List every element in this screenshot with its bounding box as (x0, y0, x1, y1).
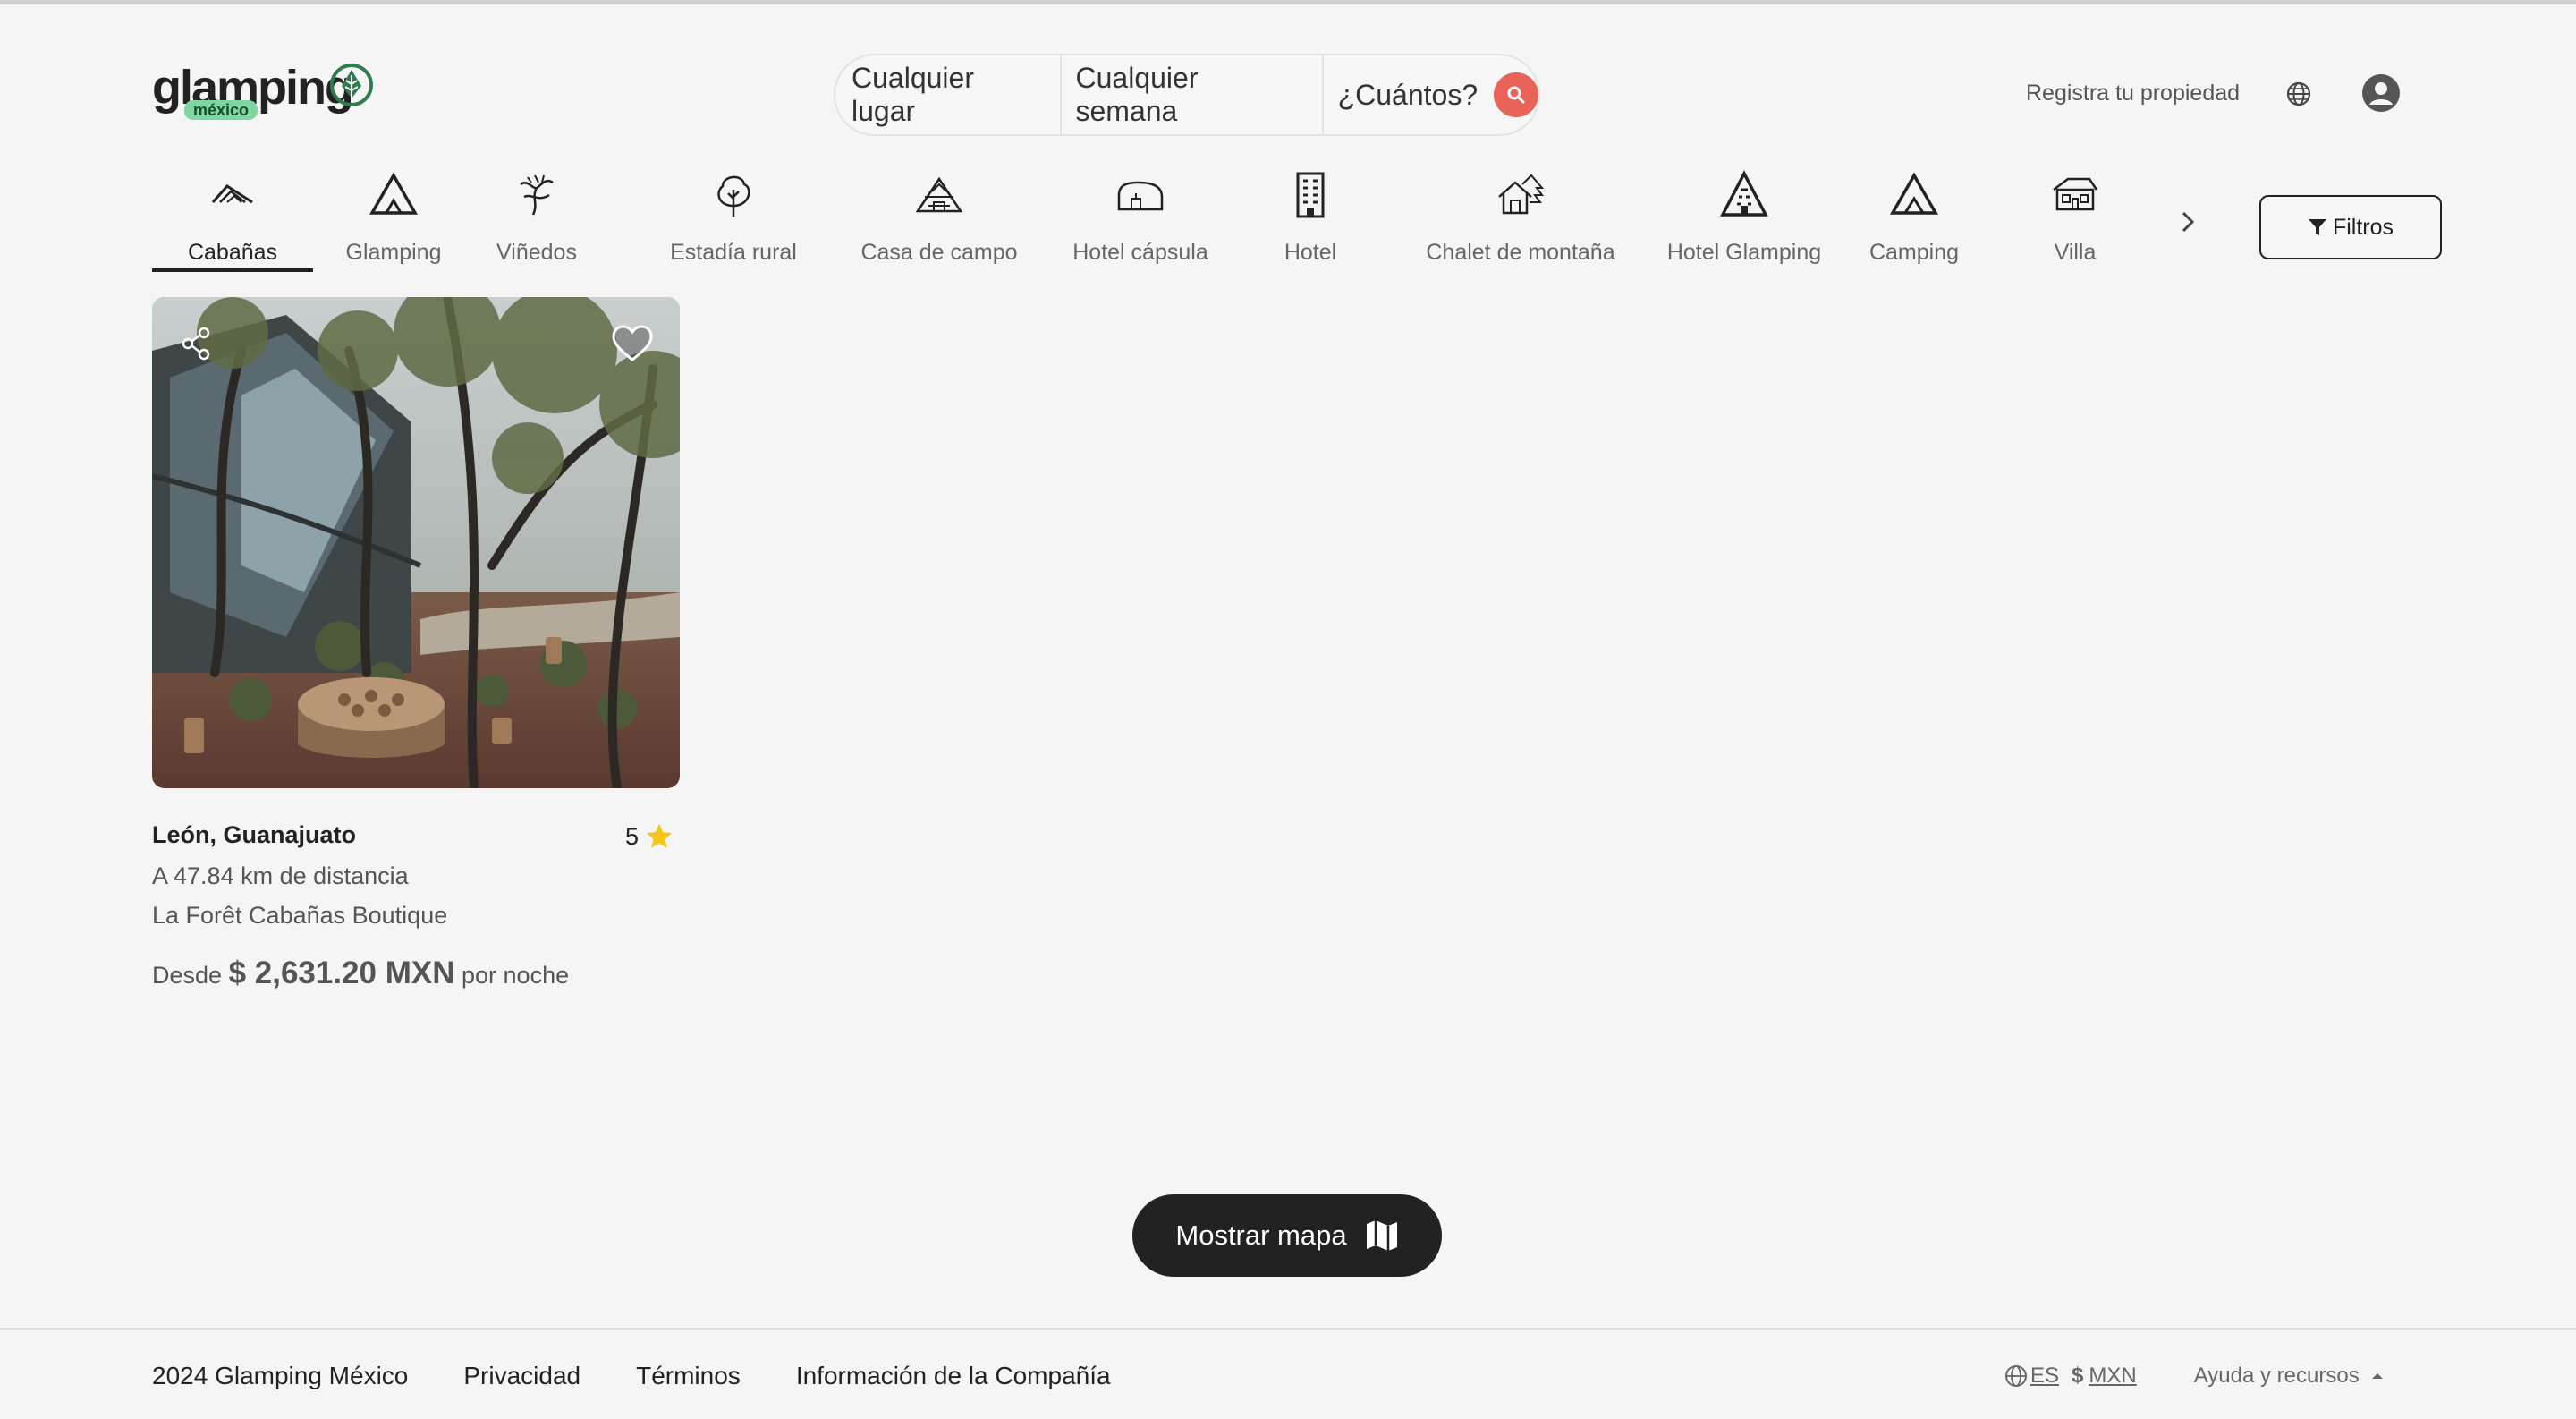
category-vinedos[interactable]: Viñedos (474, 170, 599, 270)
chalet-icon (1498, 174, 1545, 215)
leaf-icon (330, 64, 373, 106)
window-top-border (0, 0, 2576, 4)
villa-icon (2053, 177, 2098, 211)
heart-icon[interactable] (610, 324, 655, 363)
tent-icon (369, 172, 419, 215)
footer-privacy-link[interactable]: Privacidad (463, 1362, 580, 1390)
countryhouse-icon (915, 176, 963, 213)
category-hotel-glamping[interactable]: Hotel Glamping (1655, 170, 1834, 270)
logo[interactable]: glamping méxico (152, 61, 385, 123)
category-label: Estadía rural (670, 240, 797, 265)
category-villa[interactable]: Villa (2012, 170, 2138, 270)
dollar-icon: $ (2072, 1364, 2084, 1388)
account-icon[interactable] (2361, 73, 2401, 113)
filter-icon (2308, 219, 2326, 235)
listing-header-row: León, Guanajuato 5 (152, 821, 680, 857)
cabin-icon (211, 184, 253, 204)
search-location[interactable]: Cualquier lugar (835, 54, 1062, 136)
search-icon (1507, 86, 1525, 104)
listing-location: León, Guanajuato (152, 821, 357, 848)
search-guests[interactable]: ¿Cuántos? (1324, 54, 1493, 136)
footer-copyright: 2024 Glamping México (152, 1362, 409, 1389)
listing-price: Desde $ 2,631.20 MXN por noche (152, 956, 569, 991)
language-link[interactable]: ES (2030, 1364, 2059, 1389)
category-casa-de-campo[interactable]: Casa de campo (841, 170, 1038, 270)
logo-subtext: méxico (184, 100, 258, 120)
caret-up-icon[interactable] (2368, 1367, 2386, 1385)
tree-icon (717, 175, 750, 217)
listing-photo[interactable] (152, 297, 680, 788)
footer: 2024 Glamping México Privacidad Términos… (0, 1328, 2576, 1419)
category-label: Hotel cápsula (1072, 240, 1208, 265)
category-hotel[interactable]: Hotel (1252, 170, 1368, 270)
register-property-link[interactable]: Registra tu propiedad (2026, 81, 2240, 106)
category-cabanas[interactable]: Cabañas (152, 170, 313, 272)
chevron-right-icon[interactable] (2172, 206, 2204, 238)
hotel-tent-icon (1720, 170, 1768, 217)
footer-company-link[interactable]: Información de la Compañía (796, 1362, 1111, 1390)
category-glamping[interactable]: Glamping (331, 170, 456, 270)
price-amount: $ 2,631.20 MXN (228, 956, 455, 990)
search-bar[interactable]: Cualquier lugar Cualquier semana ¿Cuánto… (834, 54, 1540, 136)
category-hotel-capsula[interactable]: Hotel cápsula (1051, 170, 1230, 270)
listing-card[interactable]: León, Guanajuato 5 A 47.84 km de distanc… (152, 297, 680, 990)
share-icon[interactable] (177, 324, 216, 363)
category-estadia-rural[interactable]: Estadía rural (644, 170, 823, 270)
filters-label: Filtros (2332, 214, 2394, 240)
category-label: Cabañas (187, 240, 278, 265)
filters-button[interactable]: Filtros (2259, 195, 2442, 259)
category-label: Casa de campo (860, 240, 1018, 265)
rating-value: 5 (624, 822, 639, 850)
capsule-icon (1117, 181, 1164, 211)
footer-settings: ES $ MXN Ayuda y recursos (2004, 1364, 2386, 1389)
category-label: Villa (2054, 240, 2097, 265)
category-label: Hotel Glamping (1666, 240, 1822, 265)
show-map-button[interactable]: Mostrar mapa (1132, 1194, 1442, 1277)
listing-rating: 5 (625, 821, 674, 852)
category-chalet[interactable]: Chalet de montaña (1413, 170, 1628, 270)
show-map-label: Mostrar mapa (1175, 1219, 1347, 1251)
footer-links: 2024 Glamping México Privacidad Términos… (152, 1362, 1111, 1390)
vineyard-icon (520, 174, 554, 216)
price-prefix: Desde (152, 962, 223, 989)
currency-link[interactable]: MXN (2089, 1364, 2136, 1389)
footer-terms-link[interactable]: Términos (636, 1362, 741, 1390)
category-label: Camping (1868, 240, 1960, 265)
listing-name: La Forêt Cabañas Boutique (152, 902, 448, 929)
listing-distance: A 47.84 km de distancia (152, 862, 409, 889)
cabin-photo-illustration (152, 297, 680, 788)
search-button[interactable] (1494, 72, 1538, 117)
category-label: Viñedos (496, 240, 577, 265)
category-camping[interactable]: Camping (1852, 170, 1977, 270)
price-suffix: por noche (462, 962, 570, 989)
star-icon (646, 823, 673, 848)
category-bar: Cabañas Glamping Viñedos Estadía rural C… (152, 170, 2191, 277)
search-week[interactable]: Cualquier semana (1062, 54, 1324, 136)
building-icon (1296, 172, 1325, 218)
category-label: Glamping (345, 240, 442, 265)
globe-icon[interactable] (2284, 79, 2314, 109)
globe-icon (2005, 1365, 2027, 1387)
camping-icon (1889, 172, 1939, 215)
category-label: Chalet de montaña (1426, 240, 1615, 265)
help-resources-link[interactable]: Ayuda y recursos (2194, 1364, 2360, 1389)
category-label: Hotel (1284, 240, 1337, 265)
map-icon (1366, 1220, 1397, 1251)
